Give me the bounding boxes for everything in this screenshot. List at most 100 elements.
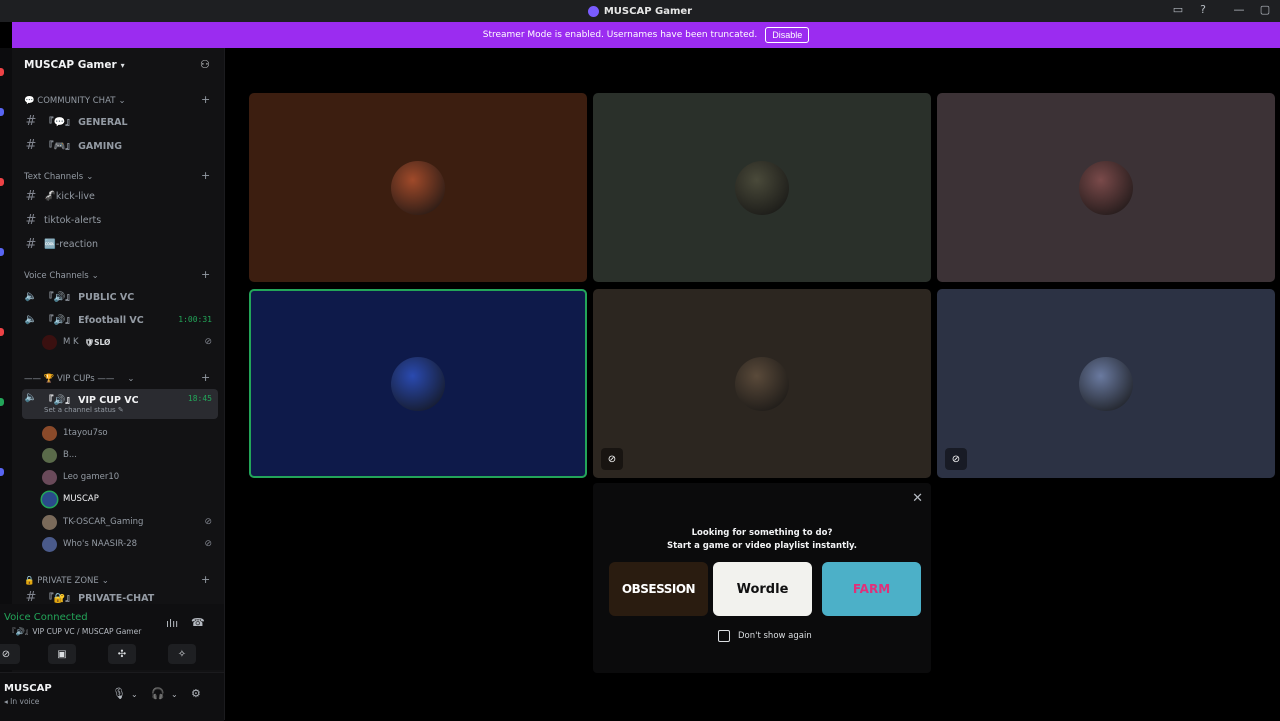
activity-wordle[interactable]: Wordle <box>713 562 812 616</box>
inbox-icon[interactable]: ▭ <box>1170 3 1186 16</box>
chevron-down-icon: ⌄ <box>127 374 135 384</box>
participant-tile[interactable] <box>249 289 587 478</box>
category-text-channels[interactable]: Text Channels ⌄ + <box>24 169 210 182</box>
category-label: 💬 COMMUNITY CHAT <box>24 96 116 106</box>
voice-member[interactable]: TK-OSCAR_Gaming ⊘ <box>42 513 218 531</box>
channel-private-chat[interactable]: # 『🔐』 PRIVATE-CHAT <box>22 591 218 603</box>
server-indicator[interactable] <box>0 398 4 406</box>
participant-tile[interactable]: ⊘ <box>593 289 931 478</box>
category-voice-channels[interactable]: Voice Channels ⌄ + <box>24 268 210 281</box>
chevron-down-icon: ⌄ <box>101 576 109 586</box>
soundboard-button[interactable]: ✧ <box>168 644 196 664</box>
server-indicator[interactable] <box>0 248 4 256</box>
screen-share-button[interactable]: ▣ <box>48 644 76 664</box>
channel-label: 🦨kick-live <box>44 190 95 202</box>
user-name[interactable]: MUSCAP <box>4 683 52 694</box>
avatar <box>735 356 789 411</box>
headphones-icon[interactable]: 🎧 <box>151 687 165 700</box>
close-icon[interactable]: ✕ <box>912 491 923 506</box>
chevron-down-icon: ⌄ <box>86 172 94 182</box>
member-name: Leo gamer10 <box>63 472 120 482</box>
avatar <box>42 334 57 350</box>
avatar <box>42 491 57 507</box>
channel-general[interactable]: # 『💬』 GENERAL <box>22 111 218 131</box>
voice-member[interactable]: MUSCAP <box>42 490 218 508</box>
user-status: ◂ In voice <box>4 697 40 706</box>
camera-button[interactable]: ⊘ <box>0 644 20 664</box>
server-indicator[interactable] <box>0 328 4 336</box>
activity-title: OBSESSION <box>621 582 696 596</box>
title-bar: MUSCAP Gamer ▭ ? — ▢ <box>0 0 1280 22</box>
voice-member[interactable]: Leo gamer10 <box>42 468 218 486</box>
activity-title: Wordle <box>736 581 789 597</box>
minimize-button[interactable]: — <box>1231 3 1247 16</box>
speaker-icon: 🔈 <box>24 313 38 325</box>
chevron-down-icon: ⌄ <box>118 96 126 106</box>
member-name: B... <box>63 450 77 460</box>
hash-icon: # <box>25 236 37 252</box>
noise-suppression-icon[interactable]: ılıı <box>166 617 178 630</box>
server-indicator[interactable] <box>0 178 4 186</box>
muted-icon: ⊘ <box>204 539 212 549</box>
avatar <box>391 356 445 411</box>
category-label: Text Channels <box>24 172 84 182</box>
avatar <box>42 536 57 552</box>
settings-gear-icon[interactable]: ⚙ <box>191 687 201 700</box>
muted-icon: ⊘ <box>204 337 212 347</box>
category-community-chat[interactable]: 💬 COMMUNITY CHAT ⌄ + <box>24 93 210 106</box>
participant-tile[interactable]: ⊘ <box>937 289 1275 478</box>
add-channel-icon[interactable]: + <box>201 268 210 281</box>
channel-vip-cup-vc[interactable]: 🔈 『🔊』 VIP CUP VC 18:45 Set a channel sta… <box>22 389 218 419</box>
add-channel-icon[interactable]: + <box>201 573 210 586</box>
avatar <box>42 514 57 530</box>
disable-streamer-mode-button[interactable]: Disable <box>765 27 810 43</box>
add-channel-icon[interactable]: + <box>201 93 210 106</box>
channel-kick-live[interactable]: # 🦨kick-live <box>22 186 218 206</box>
activities-button[interactable]: ✣ <box>108 644 136 664</box>
chevron-down-icon: ▾ <box>120 60 125 70</box>
chevron-down-icon[interactable]: ⌄ <box>131 690 138 699</box>
activity-obsession[interactable]: OBSESSION <box>609 562 708 616</box>
add-channel-icon[interactable]: + <box>201 371 210 384</box>
voice-member[interactable]: B... <box>42 446 218 464</box>
maximize-button[interactable]: ▢ <box>1257 3 1273 16</box>
server-header[interactable]: MUSCAP Gamer ▾ ⚇ <box>12 48 224 82</box>
member-name: 1tayou7so <box>63 428 108 438</box>
popup-subheading: Start a game or video playlist instantly… <box>666 541 858 551</box>
user-panel: MUSCAP ◂ In voice 🎙 ⌄ 🎧 ⌄ ⚙ <box>0 672 224 721</box>
invite-people-icon[interactable]: ⚇ <box>200 58 214 72</box>
channel-tiktok-alerts[interactable]: # tiktok-alerts <box>22 210 218 230</box>
help-icon[interactable]: ? <box>1195 3 1211 16</box>
activity-farm[interactable]: FARM <box>822 562 921 616</box>
avatar <box>42 469 57 485</box>
participant-tile[interactable] <box>249 93 587 282</box>
disconnect-icon[interactable]: ☎ <box>191 616 205 629</box>
channel-efootball-vc[interactable]: 🔈 『🔊』 Efootball VC 1:00:31 <box>22 309 218 329</box>
member-tag: 🛡SLØ <box>84 337 111 347</box>
dont-show-checkbox[interactable] <box>718 630 730 642</box>
chevron-down-icon[interactable]: ⌄ <box>171 690 178 699</box>
set-channel-status[interactable]: Set a channel status ✎ <box>44 406 124 414</box>
microphone-icon[interactable]: 🎙 <box>112 687 126 700</box>
avatar <box>391 160 445 215</box>
dont-show-again[interactable]: Don't show again <box>718 630 812 642</box>
participant-tile[interactable] <box>593 93 931 282</box>
channel-label: tiktok-alerts <box>44 214 102 226</box>
server-indicator[interactable] <box>0 108 4 116</box>
voice-member[interactable]: Who's NAASIR-28 ⊘ <box>42 535 218 553</box>
voice-member[interactable]: 1tayou7so <box>42 424 218 442</box>
channel-public-vc[interactable]: 🔈 『🔊』 PUBLIC VC <box>22 286 218 306</box>
category-vip-cups[interactable]: —— 🏆 VIP CUPs —— ⌄ + <box>24 371 210 384</box>
participant-tile[interactable] <box>937 93 1275 282</box>
category-private-zone[interactable]: 🔒 PRIVATE ZONE ⌄ + <box>24 573 210 586</box>
server-indicator[interactable] <box>0 68 4 76</box>
voice-location[interactable]: 『🔊』VIP CUP VC / MUSCAP Gamer <box>8 626 141 637</box>
voice-member[interactable]: M K 🛡SLØ ⊘ <box>42 333 218 351</box>
server-name: MUSCAP Gamer <box>24 59 117 71</box>
add-channel-icon[interactable]: + <box>201 169 210 182</box>
server-indicator[interactable] <box>0 468 4 476</box>
channel-reaction[interactable]: # 🆒-reaction <box>22 234 218 254</box>
channel-gaming[interactable]: # 『🎮』 GAMING <box>22 135 218 155</box>
window-title-text: MUSCAP Gamer <box>603 5 693 17</box>
channel-label: 『🔊』 PUBLIC VC <box>44 292 135 303</box>
